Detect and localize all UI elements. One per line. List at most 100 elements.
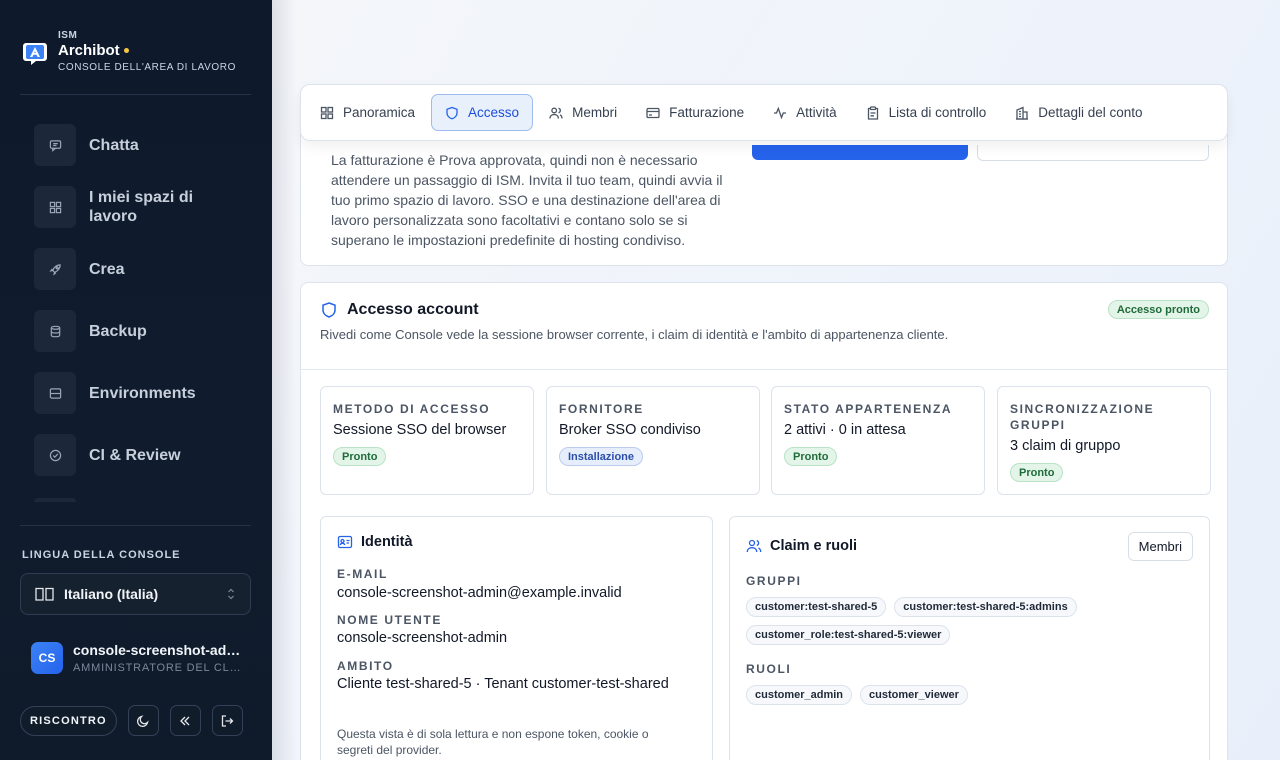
collapse-sidebar-button[interactable] xyxy=(169,705,201,736)
sidebar: ISM Archibot CONSOLE DELL'AREA DI LAVORO… xyxy=(0,0,272,760)
read-only-note: Questa vista è di sola lettura e non esp… xyxy=(337,727,649,757)
tab-members[interactable]: Membri xyxy=(536,94,630,131)
members-button[interactable]: Membri xyxy=(1127,532,1193,561)
chat-icon xyxy=(49,139,61,152)
section-divider xyxy=(301,369,1227,370)
sidebar-item-label: Environments xyxy=(89,384,196,402)
status-badge: Installazione xyxy=(559,447,644,466)
group-chip: customer_role:test-shared-5:viewer xyxy=(746,625,951,645)
stat-value: Sessione SSO del browser xyxy=(333,422,507,438)
user-profile[interactable]: CS console-screenshot-admin AMMINISTRATO… xyxy=(31,642,246,674)
sidebar-shadow xyxy=(272,0,296,760)
section-subtitle: Rivedi come Console vede la sessione bro… xyxy=(320,327,949,342)
sidebar-footer: RISCONTRO xyxy=(20,705,243,736)
panel-title: Identità xyxy=(361,534,413,550)
chevron-up-down-icon xyxy=(228,588,234,600)
id-card-icon xyxy=(337,535,353,549)
sidebar-item-label: I miei spazi di lavoro xyxy=(89,189,194,225)
grid-icon xyxy=(320,106,334,119)
roles-label: RUOLI xyxy=(746,662,792,676)
email-value: console-screenshot-admin@example.invalid xyxy=(337,585,622,601)
brand[interactable]: ISM Archibot CONSOLE DELL'AREA DI LAVORO xyxy=(22,30,236,73)
onboarding-text: La fatturazione è Prova approvata, quind… xyxy=(331,152,723,248)
stat-label: FORNITORE xyxy=(559,402,644,416)
credit-card-icon xyxy=(646,107,660,118)
stat-card-membership: STATO APPARTENENZA 2 attivi · 0 in attes… xyxy=(771,386,985,495)
stat-value: Broker SSO condiviso xyxy=(559,422,701,438)
role-chip: customer_viewer xyxy=(860,685,968,705)
check-circle-icon xyxy=(49,449,61,461)
status-badge: Accesso pronto xyxy=(1107,300,1209,319)
sidebar-item-workspaces[interactable]: I miei spazi di lavoro xyxy=(34,186,254,228)
stat-card-login-method: METODO DI ACCESSO Sessione SSO del brows… xyxy=(320,386,534,495)
archibot-logo-icon xyxy=(23,43,47,65)
book-icon xyxy=(35,587,54,601)
sidebar-divider xyxy=(20,525,251,526)
tab-overview[interactable]: Panoramica xyxy=(307,94,428,131)
email-label: E-MAIL xyxy=(337,567,388,581)
tab-bar: Panoramica Accesso Membri Fatturazione A… xyxy=(300,84,1228,141)
language-value: Italiano (Italia) xyxy=(64,586,159,602)
sidebar-item-label: Crea xyxy=(89,260,125,278)
sidebar-item-label: Backup xyxy=(89,322,147,340)
sidebar-item-label: Chatta xyxy=(89,136,139,154)
moon-icon xyxy=(137,714,149,727)
panel-title: Claim e ruoli xyxy=(770,538,858,554)
tab-label: Fatturazione xyxy=(669,105,745,120)
sidebar-item-partial[interactable] xyxy=(34,498,76,502)
sidebar-item-chat[interactable]: Chatta xyxy=(34,124,254,166)
roles-list: customer_admin customer_viewer xyxy=(746,685,1201,713)
server-icon xyxy=(49,387,61,399)
group-chip: customer:test-shared-5 xyxy=(746,597,887,617)
stat-value: 3 claim di gruppo xyxy=(1010,438,1121,454)
sidebar-item-ci-review[interactable]: CI & Review xyxy=(34,434,254,476)
sidebar-item-create[interactable]: Crea xyxy=(34,248,254,290)
sidebar-item-label: CI & Review xyxy=(89,446,181,464)
scope-value: Cliente test-shared-5 · Tenant customer-… xyxy=(337,676,669,692)
language-label: LINGUA DELLA CONSOLE xyxy=(22,549,181,561)
primary-action-button[interactable] xyxy=(752,145,968,160)
tab-label: Accesso xyxy=(468,105,520,120)
tab-account-details[interactable]: Dettagli del conto xyxy=(1002,94,1155,131)
sidebar-nav: Chatta I miei spazi di lavoro Crea Backu… xyxy=(34,124,254,496)
stat-label: STATO APPARTENENZA xyxy=(784,402,953,416)
sidebar-item-environments[interactable]: Environments xyxy=(34,372,254,414)
section-title: Accesso account xyxy=(347,301,479,318)
secondary-action-button[interactable] xyxy=(977,145,1209,161)
stat-label: METODO DI ACCESSO xyxy=(333,402,491,416)
status-dot xyxy=(123,48,129,53)
grid-icon xyxy=(49,201,61,213)
tab-activity[interactable]: Attività xyxy=(760,94,850,131)
database-icon xyxy=(50,325,60,337)
users-icon xyxy=(549,107,563,119)
feedback-button[interactable]: RISCONTRO xyxy=(20,705,117,736)
logout-icon xyxy=(222,714,234,727)
claims-panel: Claim e ruoli Membri GRUPPI customer:tes… xyxy=(729,516,1210,760)
chevrons-left-icon xyxy=(180,716,190,725)
theme-toggle-button[interactable] xyxy=(127,705,159,736)
role-chip: customer_admin xyxy=(746,685,853,705)
username-label: NOME UTENTE xyxy=(337,613,442,627)
identity-panel: Identità E-MAIL console-screenshot-admin… xyxy=(320,516,713,760)
sidebar-item-backup[interactable]: Backup xyxy=(34,310,254,352)
language-select[interactable]: Italiano (Italia) xyxy=(20,573,251,615)
logout-button[interactable] xyxy=(211,705,243,736)
brand-company: ISM xyxy=(58,30,78,41)
tab-label: Dettagli del conto xyxy=(1038,105,1143,120)
building-icon xyxy=(1016,106,1029,120)
tab-access[interactable]: Accesso xyxy=(431,94,534,131)
stat-card-provider: FORNITORE Broker SSO condiviso Installaz… xyxy=(546,386,760,495)
rocket-icon xyxy=(48,263,61,276)
shield-icon xyxy=(322,302,336,318)
user-role: AMMINISTRATORE DEL CLIENTE xyxy=(73,662,243,674)
users-icon xyxy=(746,539,762,553)
tab-label: Lista di controllo xyxy=(888,105,987,120)
tab-checklist[interactable]: Lista di controllo xyxy=(853,94,1000,131)
scope-label: AMBITO xyxy=(337,659,394,673)
onboarding-card: La fatturazione è Prova approvata, quind… xyxy=(300,120,1228,266)
brand-subtitle: CONSOLE DELL'AREA DI LAVORO xyxy=(58,62,236,73)
group-chip: customer:test-shared-5:admins xyxy=(894,597,1077,617)
tab-billing[interactable]: Fatturazione xyxy=(633,94,757,131)
stat-label: SINCRONIZZAZIONE GRUPPI xyxy=(1010,402,1155,432)
tab-label: Panoramica xyxy=(343,105,416,120)
